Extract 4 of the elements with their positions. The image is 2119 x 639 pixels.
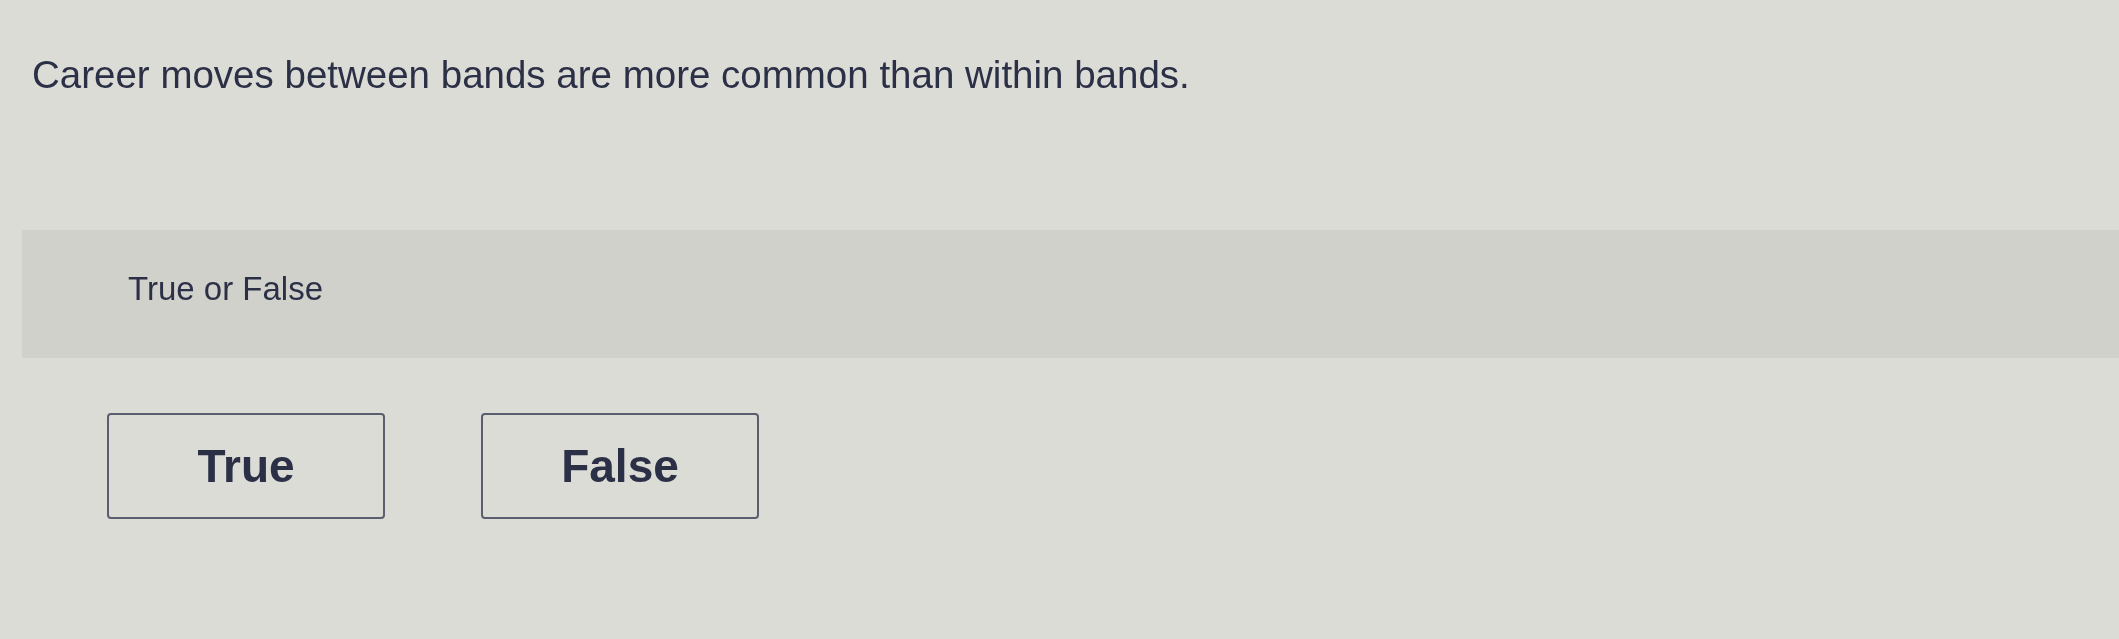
question-text: Career moves between bands are more common than within bands.: [32, 52, 1190, 98]
answer-button[interactable]: False: [481, 413, 759, 519]
prompt-label: True or False: [128, 269, 323, 309]
answer-button[interactable]: True: [107, 413, 385, 519]
